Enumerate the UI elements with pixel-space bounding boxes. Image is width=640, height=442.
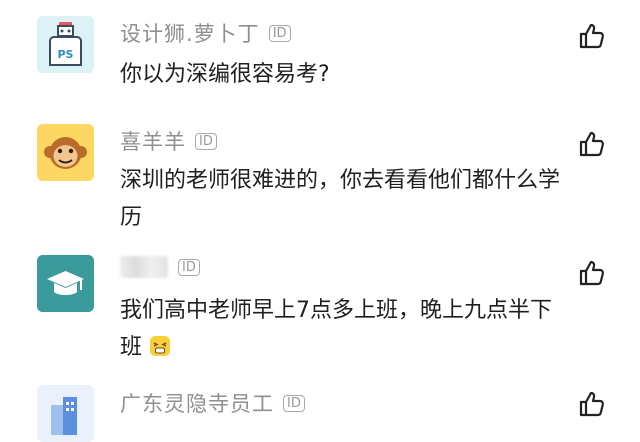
thumbs-up-icon[interactable] bbox=[578, 259, 606, 287]
id-badge: ID bbox=[195, 132, 217, 150]
name-row: 喜羊羊 ID bbox=[120, 126, 217, 156]
thumbs-up-icon[interactable] bbox=[578, 130, 606, 158]
avatar[interactable]: PS bbox=[37, 16, 94, 73]
name-row: 广东灵隐寺员工 ID bbox=[120, 388, 305, 418]
monkey-face-icon bbox=[37, 124, 94, 181]
username-blurred bbox=[120, 256, 168, 278]
username[interactable]: 设计狮.萝卜丁 bbox=[120, 18, 260, 48]
comment-text: 我们高中老师早上7点多上班，晚上九点半下班 bbox=[120, 292, 565, 366]
tired-face-emoji bbox=[150, 336, 171, 356]
graduation-cap-icon bbox=[37, 255, 94, 312]
avatar[interactable] bbox=[37, 124, 94, 181]
ps-robot-icon: PS bbox=[37, 16, 94, 73]
username[interactable]: 喜羊羊 bbox=[120, 126, 186, 156]
id-badge: ID bbox=[283, 394, 305, 412]
comment-text: 你以为深编很容易考? bbox=[120, 62, 330, 87]
username[interactable]: 广东灵隐寺员工 bbox=[120, 388, 274, 418]
name-row: ID bbox=[120, 256, 200, 278]
name-row: 设计狮.萝卜丁 ID bbox=[120, 18, 291, 48]
thumbs-up-icon[interactable] bbox=[578, 390, 606, 418]
avatar[interactable] bbox=[37, 255, 94, 312]
thumbs-up-icon[interactable] bbox=[578, 22, 606, 50]
avatar-ps-label: PS bbox=[58, 48, 74, 61]
comment-text-content: 我们高中老师早上7点多上班，晚上九点半下班 bbox=[120, 298, 552, 360]
id-badge: ID bbox=[268, 24, 291, 42]
building-icon bbox=[37, 385, 94, 442]
comment-text: 深圳的老师很难进的，你去看看他们都什么学历 bbox=[120, 168, 561, 230]
avatar[interactable] bbox=[37, 385, 94, 442]
id-badge: ID bbox=[178, 258, 200, 276]
